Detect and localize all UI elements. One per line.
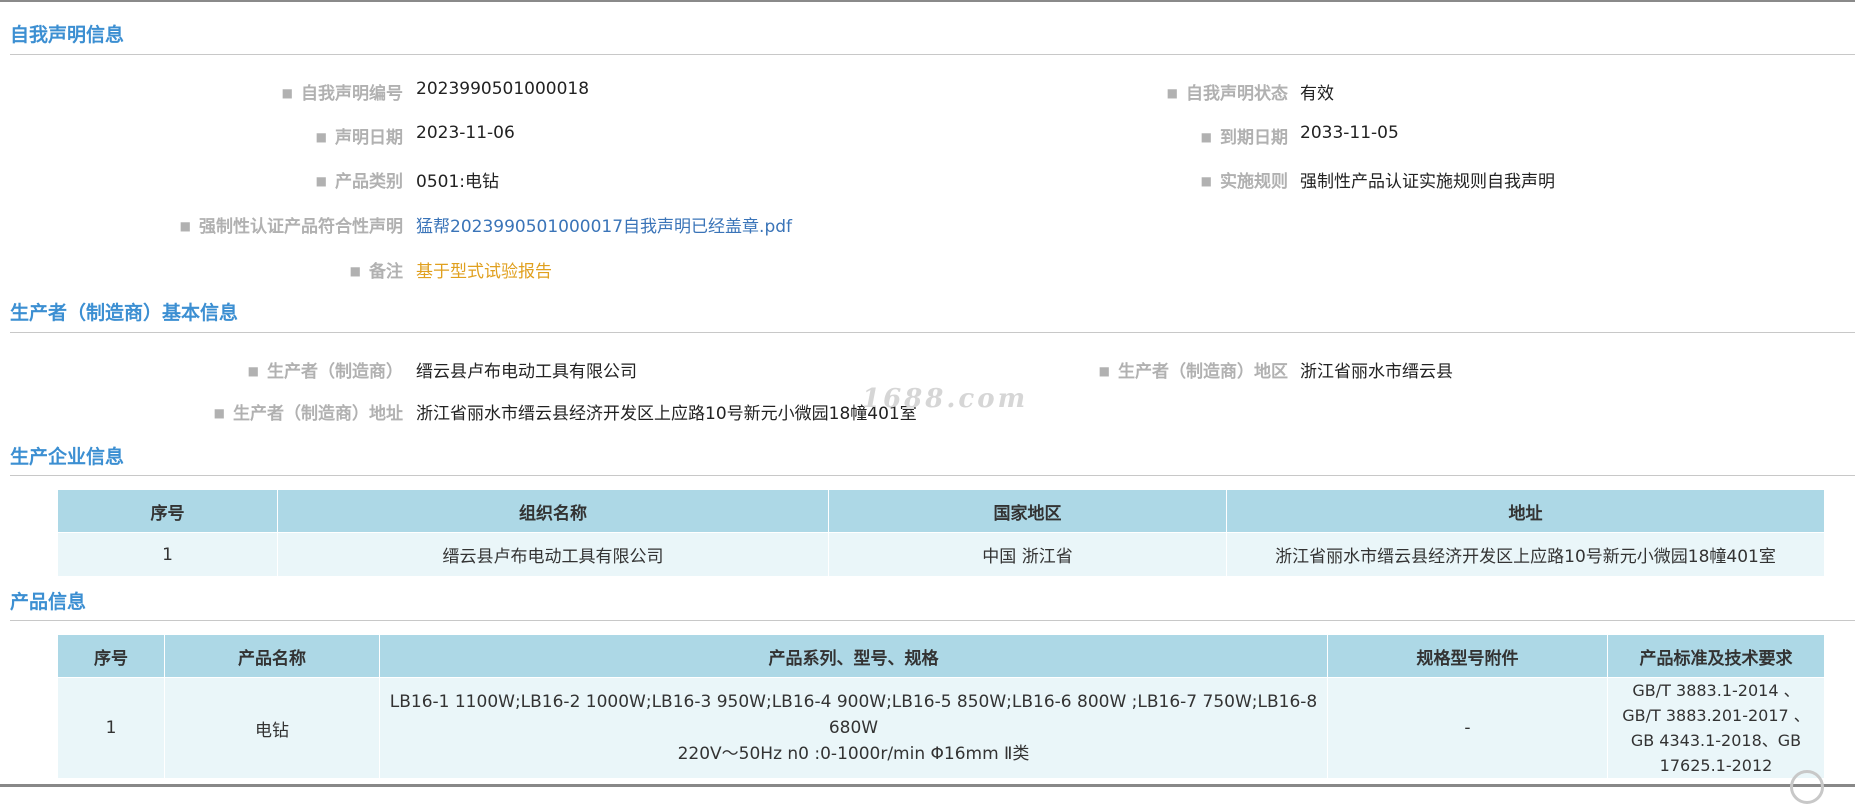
enterprise-table: 序号 组织名称 国家地区 地址 1 缙云县卢布电动工具有限公司 中国 浙江省 浙… — [57, 489, 1825, 577]
field-label-remark: ■ 备注 — [150, 257, 403, 282]
bullet-icon: ■ — [1098, 364, 1110, 378]
cell-accessory: - — [1327, 677, 1608, 779]
cell-product-name: 电钻 — [164, 677, 380, 779]
field-value-manufacturer-name: 缙云县卢布电动工具有限公司 — [416, 362, 637, 382]
section-title-enterprise: 生产企业信息 — [10, 446, 125, 468]
cell-region: 中国 浙江省 — [828, 532, 1227, 577]
column-header-region: 国家地区 — [828, 489, 1227, 533]
field-value-manufacturer-region: 浙江省丽水市缙云县 — [1300, 362, 1453, 382]
cell-index: 1 — [57, 677, 165, 779]
label-text: 强制性认证产品符合性声明 — [199, 217, 403, 237]
field-value-implementation-rule: 强制性产品认证实施规则自我声明 — [1300, 172, 1555, 192]
label-text: 生产者（制造商）地址 — [233, 404, 403, 424]
field-label-declaration-date: ■ 声明日期 — [150, 123, 403, 148]
bullet-icon: ■ — [1200, 174, 1212, 188]
section-divider — [10, 475, 1855, 476]
field-label-declaration-number: ■ 自我声明编号 — [150, 79, 403, 104]
field-label-expiry-date: ■ 到期日期 — [1050, 123, 1288, 148]
bullet-icon: ■ — [349, 264, 361, 278]
bullet-icon: ■ — [315, 174, 327, 188]
column-header-standard: 产品标准及技术要求 — [1607, 634, 1825, 678]
bullet-icon: ■ — [315, 130, 327, 144]
bullet-icon: ■ — [1166, 86, 1178, 100]
section-divider — [10, 54, 1855, 55]
field-label-implementation-rule: ■ 实施规则 — [1050, 167, 1288, 192]
label-text: 自我声明状态 — [1186, 84, 1288, 104]
cell-index: 1 — [57, 532, 278, 577]
label-text: 生产者（制造商） — [267, 362, 403, 382]
bullet-icon: ■ — [213, 406, 225, 420]
bullet-icon: ■ — [247, 364, 259, 378]
watermark: 1688.com — [862, 384, 1029, 414]
field-label-product-category: ■ 产品类别 — [150, 167, 403, 192]
table-row: 1 缙云县卢布电动工具有限公司 中国 浙江省 浙江省丽水市缙云县经济开发区上应路… — [57, 532, 1825, 577]
field-value-declaration-date: 2023-11-06 — [416, 123, 515, 143]
cell-org-name: 缙云县卢布电动工具有限公司 — [277, 532, 829, 577]
section-title-product: 产品信息 — [10, 591, 87, 613]
spec-line: 220V～50Hz n0 :0-1000r/min Φ16mm Ⅱ类 — [677, 744, 1030, 764]
field-value-product-category: 0501:电钻 — [416, 172, 499, 192]
section-divider — [10, 620, 1855, 621]
cell-series-model-spec: LB16-1 1100W;LB16-2 1000W;LB16-3 950W;LB… — [379, 677, 1328, 779]
section-title-manufacturer: 生产者（制造商）基本信息 — [10, 302, 239, 324]
field-value-manufacturer-address: 浙江省丽水市缙云县经济开发区上应路10号新元小微园18幢401室 — [416, 404, 917, 424]
field-value-declaration-number: 2023990501000018 — [416, 79, 590, 99]
label-text: 声明日期 — [335, 128, 403, 148]
column-header-index: 序号 — [57, 634, 165, 678]
label-text: 实施规则 — [1220, 172, 1288, 192]
section-divider — [10, 332, 1855, 333]
field-value-remark: 基于型式试验报告 — [416, 262, 552, 282]
spec-line: LB16-1 1100W;LB16-2 1000W;LB16-3 950W;LB… — [389, 692, 1318, 738]
bullet-icon: ■ — [179, 219, 191, 233]
field-label-conformity-declaration: ■ 强制性认证产品符合性声明 — [80, 212, 403, 237]
table-header-row: 序号 组织名称 国家地区 地址 — [57, 489, 1825, 533]
scroll-to-top-icon[interactable] — [1790, 770, 1824, 804]
cell-standard: GB/T 3883.1-2014 、GB/T 3883.201-2017 、GB… — [1607, 677, 1825, 779]
field-value-expiry-date: 2033-11-05 — [1300, 123, 1399, 143]
column-header-series-model-spec: 产品系列、型号、规格 — [379, 634, 1328, 678]
column-header-product-name: 产品名称 — [164, 634, 380, 678]
cell-address: 浙江省丽水市缙云县经济开发区上应路10号新元小微园18幢401室 — [1226, 532, 1825, 577]
label-text: 备注 — [369, 262, 403, 282]
table-row: 1 电钻 LB16-1 1100W;LB16-2 1000W;LB16-3 95… — [57, 677, 1825, 779]
column-header-address: 地址 — [1226, 489, 1825, 533]
conformity-declaration-file-link[interactable]: 猛帮2023990501000017自我声明已经盖章.pdf — [416, 212, 792, 237]
field-value-declaration-status: 有效 — [1300, 84, 1334, 104]
section-title-declaration: 自我声明信息 — [10, 24, 125, 46]
field-label-manufacturer-address: ■ 生产者（制造商）地址 — [100, 399, 403, 424]
field-label-manufacturer-name: ■ 生产者（制造商） — [150, 357, 403, 382]
product-table: 序号 产品名称 产品系列、型号、规格 规格型号附件 产品标准及技术要求 1 电钻… — [57, 634, 1825, 779]
label-text: 生产者（制造商）地区 — [1118, 362, 1288, 382]
label-text: 到期日期 — [1220, 128, 1288, 148]
field-label-declaration-status: ■ 自我声明状态 — [1050, 79, 1288, 104]
column-header-index: 序号 — [57, 489, 278, 533]
column-header-accessory: 规格型号附件 — [1327, 634, 1608, 678]
field-label-manufacturer-region: ■ 生产者（制造商）地区 — [1000, 357, 1288, 382]
bullet-icon: ■ — [281, 86, 293, 100]
column-header-org-name: 组织名称 — [277, 489, 829, 533]
label-text: 自我声明编号 — [301, 84, 403, 104]
bullet-icon: ■ — [1200, 130, 1212, 144]
table-header-row: 序号 产品名称 产品系列、型号、规格 规格型号附件 产品标准及技术要求 — [57, 634, 1825, 678]
label-text: 产品类别 — [335, 172, 403, 192]
